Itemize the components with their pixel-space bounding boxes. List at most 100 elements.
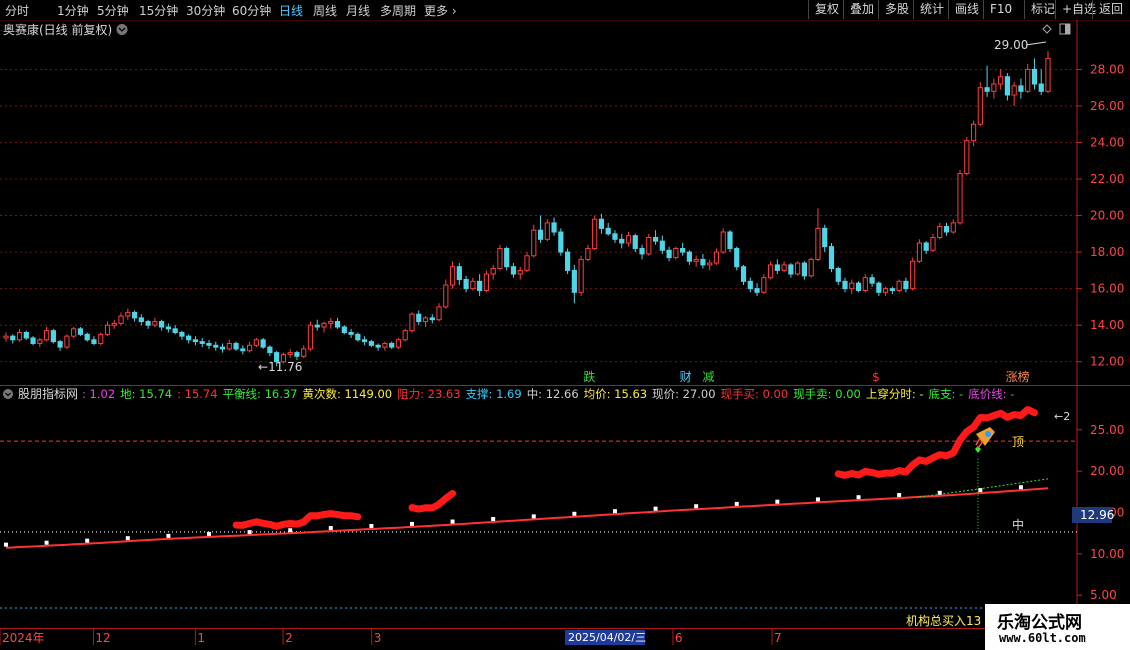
candle[interactable] xyxy=(883,286,889,296)
candle[interactable] xyxy=(910,257,916,291)
candle[interactable] xyxy=(16,328,23,342)
candle[interactable] xyxy=(808,257,814,278)
candle[interactable] xyxy=(964,137,970,176)
candle[interactable] xyxy=(409,312,415,333)
candle[interactable] xyxy=(348,328,354,338)
candle[interactable] xyxy=(869,274,875,287)
candle[interactable] xyxy=(118,312,124,326)
candle[interactable] xyxy=(402,328,408,342)
candle[interactable] xyxy=(558,228,564,256)
candle[interactable] xyxy=(740,264,747,285)
candlestick-series[interactable] xyxy=(3,51,1051,367)
candle[interactable] xyxy=(23,330,29,340)
candle[interactable] xyxy=(923,241,929,254)
candle[interactable] xyxy=(571,264,577,304)
candle[interactable] xyxy=(246,341,253,353)
candle[interactable] xyxy=(639,244,645,260)
candle[interactable] xyxy=(443,279,449,309)
candle[interactable] xyxy=(1018,78,1024,99)
candle[interactable] xyxy=(903,277,909,293)
panel-toggle-icon[interactable] xyxy=(1059,23,1071,35)
event-marker[interactable]: 财 xyxy=(680,370,692,384)
candle[interactable] xyxy=(321,321,327,333)
candle[interactable] xyxy=(64,334,70,349)
candle[interactable] xyxy=(395,337,402,349)
candle[interactable] xyxy=(551,217,557,236)
candle[interactable] xyxy=(734,246,740,271)
candle[interactable] xyxy=(463,275,469,293)
candle[interactable] xyxy=(842,277,848,293)
candle[interactable] xyxy=(680,242,686,256)
candle[interactable] xyxy=(774,259,780,275)
candle[interactable] xyxy=(862,274,868,293)
candle[interactable] xyxy=(477,274,483,296)
candle[interactable] xyxy=(1011,82,1017,106)
candle[interactable] xyxy=(287,348,293,359)
candle[interactable] xyxy=(436,303,442,322)
candle[interactable] xyxy=(111,319,117,329)
candle[interactable] xyxy=(91,336,97,346)
candle[interactable] xyxy=(747,277,753,293)
candle[interactable] xyxy=(3,332,9,342)
candle[interactable] xyxy=(693,255,699,267)
candle[interactable] xyxy=(159,319,165,331)
candle[interactable] xyxy=(192,336,199,346)
candle[interactable] xyxy=(240,345,246,355)
candle[interactable] xyxy=(355,332,361,342)
candle[interactable] xyxy=(713,248,720,265)
candle[interactable] xyxy=(416,310,422,326)
diamond-icon[interactable] xyxy=(1042,24,1052,34)
candle[interactable] xyxy=(652,230,659,245)
candle[interactable] xyxy=(30,336,36,346)
candle[interactable] xyxy=(43,327,50,342)
candle[interactable] xyxy=(1025,63,1031,94)
candle[interactable] xyxy=(389,341,395,349)
candle[interactable] xyxy=(50,328,56,344)
candle[interactable] xyxy=(855,281,862,293)
candle[interactable] xyxy=(104,321,111,337)
candle[interactable] xyxy=(659,235,665,254)
candle[interactable] xyxy=(294,350,300,360)
candle[interactable] xyxy=(781,261,787,273)
candle[interactable] xyxy=(531,224,537,258)
candle[interactable] xyxy=(950,219,956,234)
candle[interactable] xyxy=(625,232,632,247)
candle[interactable] xyxy=(524,252,530,273)
candle[interactable] xyxy=(483,270,490,293)
candle[interactable] xyxy=(1004,73,1011,101)
candle[interactable] xyxy=(1045,51,1051,94)
candle[interactable] xyxy=(490,264,496,280)
candle[interactable] xyxy=(267,345,273,357)
candle[interactable] xyxy=(449,261,456,289)
candle[interactable] xyxy=(835,266,841,285)
candle[interactable] xyxy=(592,215,598,251)
candle[interactable] xyxy=(341,325,347,335)
candle[interactable] xyxy=(233,341,239,351)
event-marker[interactable]: 减 xyxy=(702,370,714,384)
candle[interactable] xyxy=(815,208,821,262)
candle[interactable] xyxy=(957,169,963,225)
candle[interactable] xyxy=(456,263,462,285)
candle[interactable] xyxy=(937,222,943,240)
candle[interactable] xyxy=(10,334,16,344)
candle[interactable] xyxy=(896,279,902,293)
candle[interactable] xyxy=(334,317,341,329)
candle[interactable] xyxy=(646,233,652,256)
candle[interactable] xyxy=(84,332,90,342)
candle[interactable] xyxy=(314,319,320,331)
candle[interactable] xyxy=(544,219,550,242)
candle[interactable] xyxy=(172,325,178,335)
candle[interactable] xyxy=(1031,58,1038,90)
candle[interactable] xyxy=(307,321,314,351)
candle[interactable] xyxy=(260,337,266,349)
event-marker[interactable]: $ xyxy=(872,370,880,384)
candle[interactable] xyxy=(226,339,232,351)
candle[interactable] xyxy=(984,65,990,97)
candle[interactable] xyxy=(707,259,713,271)
candle[interactable] xyxy=(666,246,672,262)
candle[interactable] xyxy=(686,250,692,265)
candle[interactable] xyxy=(849,279,855,295)
candle[interactable] xyxy=(801,261,808,280)
candle[interactable] xyxy=(632,233,638,253)
candle[interactable] xyxy=(497,244,503,271)
